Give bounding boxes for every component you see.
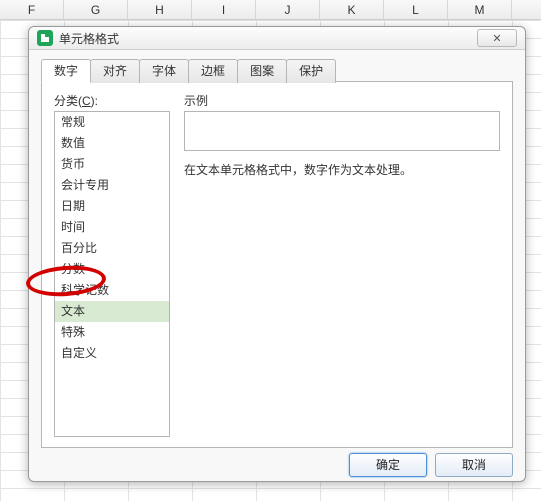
column-header[interactable]: F [0,0,64,19]
app-icon [37,30,53,46]
list-item[interactable]: 自定义 [55,343,169,364]
column-header[interactable]: J [256,0,320,19]
list-item[interactable]: 常规 [55,112,169,133]
list-item[interactable]: 时间 [55,217,169,238]
cancel-button[interactable]: 取消 [435,453,513,477]
close-button[interactable]: ✕ [477,29,517,47]
category-listbox[interactable]: 常规数值货币会计专用日期时间百分比分数科学记数文本特殊自定义 [54,111,170,437]
list-item[interactable]: 货币 [55,154,169,175]
column-header[interactable]: H [128,0,192,19]
ok-button[interactable]: 确定 [349,453,427,477]
category-label-suffix: ): [91,94,98,108]
description-text: 在文本单元格格式中，数字作为文本处理。 [184,161,500,179]
tab-2[interactable]: 字体 [139,59,189,83]
list-item[interactable]: 百分比 [55,238,169,259]
button-bar: 确定 取消 [29,448,525,481]
column-header[interactable]: L [384,0,448,19]
close-icon: ✕ [492,32,501,45]
list-item[interactable]: 文本 [55,301,169,322]
dialog-body: 数字对齐字体边框图案保护 分类(C): 常规数值货币会计专用日期时间百分比分数科… [29,50,525,448]
tab-0[interactable]: 数字 [41,59,91,83]
list-item[interactable]: 科学记数 [55,280,169,301]
cell-format-dialog: 单元格格式 ✕ 数字对齐字体边框图案保护 分类(C): 常规数值货币会计专用日期… [28,26,526,482]
column-header-row: FGHIJKLM [0,0,541,20]
detail-area: 示例 在文本单元格格式中，数字作为文本处理。 [184,92,500,437]
tab-1[interactable]: 对齐 [90,59,140,83]
category-label-prefix: 分类( [54,94,82,108]
column-header[interactable]: M [448,0,512,19]
list-item[interactable]: 分数 [55,259,169,280]
dialog-titlebar: 单元格格式 ✕ [29,27,525,50]
tab-4[interactable]: 图案 [237,59,287,83]
cancel-button-label: 取消 [462,458,486,472]
sample-label: 示例 [184,92,500,109]
sample-box [184,111,500,151]
column-header[interactable]: I [192,0,256,19]
tab-3[interactable]: 边框 [188,59,238,83]
ok-button-label: 确定 [376,458,400,472]
list-item[interactable]: 会计专用 [55,175,169,196]
column-header[interactable]: G [64,0,128,19]
dialog-title: 单元格格式 [59,30,477,47]
tab-strip: 数字对齐字体边框图案保护 [41,58,513,82]
category-area: 分类(C): 常规数值货币会计专用日期时间百分比分数科学记数文本特殊自定义 [54,92,170,437]
list-item[interactable]: 日期 [55,196,169,217]
tab-pane-number: 分类(C): 常规数值货币会计专用日期时间百分比分数科学记数文本特殊自定义 示例… [41,82,513,448]
list-item[interactable]: 数值 [55,133,169,154]
category-label-key: C [82,94,91,108]
column-header[interactable]: K [320,0,384,19]
list-item[interactable]: 特殊 [55,322,169,343]
tab-5[interactable]: 保护 [286,59,336,83]
category-label: 分类(C): [54,92,170,109]
